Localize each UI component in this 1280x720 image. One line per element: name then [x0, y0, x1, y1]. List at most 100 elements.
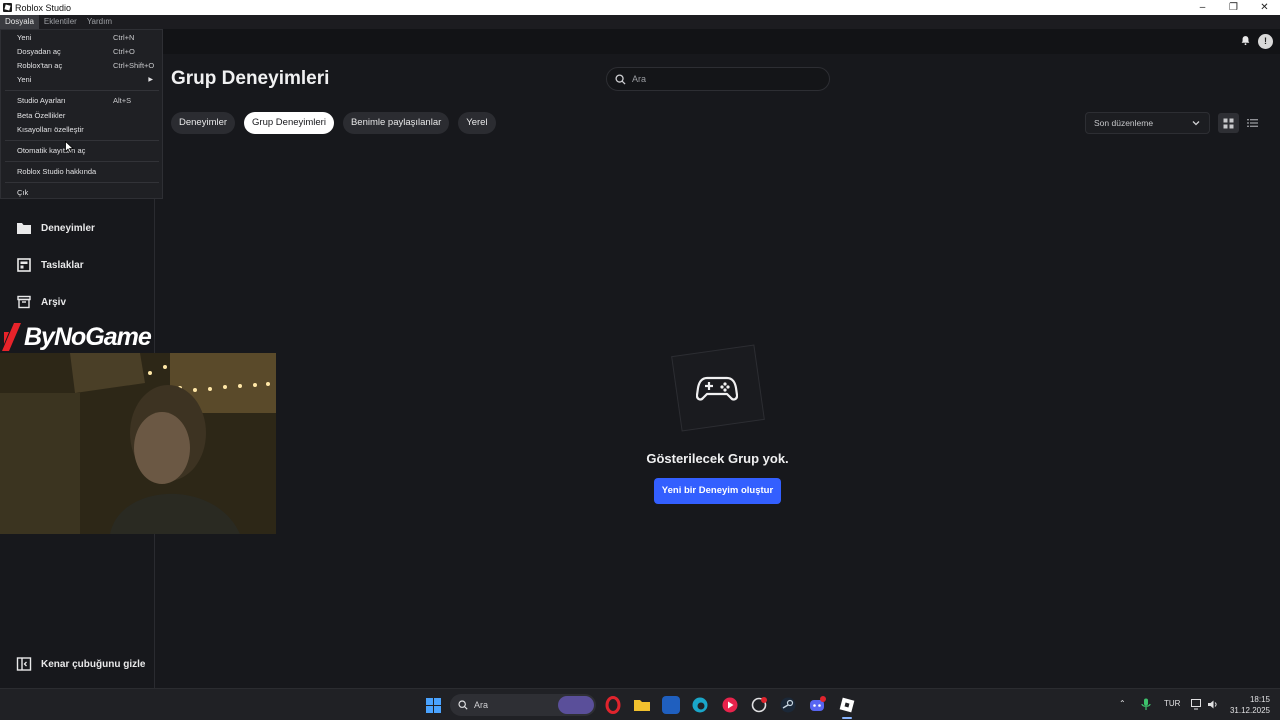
menu-item-label: Beta Özellikler [17, 111, 66, 120]
menu-item-label: Kısayolları özelleştir [17, 125, 84, 134]
language-indicator[interactable]: TUR [1164, 699, 1180, 708]
sidebar-item-label: Deneyimler [41, 222, 95, 234]
menu-item-label: Dosyadan aç [17, 47, 61, 56]
menu-item-shortcut: Ctrl+N [113, 33, 135, 42]
tab-local[interactable]: Yerel [458, 112, 496, 134]
tab-group-experiences[interactable]: Grup Deneyimleri [244, 112, 334, 134]
grid-view-button[interactable] [1218, 113, 1239, 133]
brand-overlay: ByNoGame [0, 320, 152, 354]
grid-icon [1223, 118, 1234, 128]
sidebar-item-archive[interactable]: Arşiv [16, 294, 66, 310]
menu-item-new-submenu[interactable]: Yeni ▶ [17, 74, 157, 86]
menu-item-label: Yeni [17, 75, 32, 84]
menu-divider [5, 182, 159, 183]
menu-item-label: Otomatik kayıttan aç [17, 146, 86, 155]
system-clock[interactable]: 18:15 31.12.2025 [1222, 694, 1270, 716]
hide-sidebar-label: Kenar çubuğunu gizle [41, 658, 146, 670]
sort-dropdown[interactable]: Son düzenleme [1085, 112, 1210, 134]
menu-item-label: Yeni [17, 33, 32, 42]
window-controls: – ❐ ✕ [1187, 0, 1280, 15]
folder-icon [17, 223, 31, 234]
archive-icon [17, 295, 31, 309]
top-strip [0, 29, 1280, 54]
tab-experiences[interactable]: Deneyimler [171, 112, 236, 134]
mouse-cursor-icon [65, 141, 74, 154]
menu-item-label: Çık [17, 188, 29, 197]
discord-icon[interactable] [808, 696, 826, 714]
tab-bar: Deneyimler Grup Deneyimleri Benimle payl… [171, 112, 496, 134]
steam-icon[interactable] [779, 696, 797, 714]
menu-plugins[interactable]: Eklentiler [39, 15, 82, 29]
menu-divider [5, 140, 159, 141]
clock-time: 18:15 [1249, 695, 1270, 704]
chatgpt-icon[interactable] [750, 696, 768, 714]
taskbar: Ara ⌃ TUR 18:15 31.12.2025 [0, 688, 1280, 720]
menu-file[interactable]: Dosyala [0, 15, 39, 29]
list-view-button[interactable] [1244, 113, 1260, 133]
list-icon [1246, 119, 1258, 127]
roblox-studio-taskbar-icon[interactable] [838, 696, 856, 714]
chevron-down-icon [1192, 121, 1200, 126]
hide-sidebar-button[interactable]: Kenar çubuğunu gizle [16, 656, 145, 672]
menu-item-about[interactable]: Roblox Studio hakkında [17, 166, 157, 178]
media-player-icon[interactable] [721, 696, 739, 714]
tab-shared-with-me[interactable]: Benimle paylaşılanlar [342, 112, 450, 134]
clock-date: 31.12.2025 [1229, 706, 1270, 715]
menu-item-label: Roblox'tan aç [17, 61, 63, 70]
create-experience-button[interactable]: Yeni bir Deneyim oluştur [654, 478, 781, 504]
file-explorer-icon[interactable] [633, 696, 651, 714]
taskbar-search-label: Ara [474, 700, 489, 710]
sort-label: Son düzenleme [1094, 118, 1154, 128]
minimize-button[interactable]: – [1187, 0, 1218, 15]
bynogame-logo-icon [0, 322, 22, 352]
opera-icon[interactable] [604, 696, 622, 714]
roblox-studio-icon [3, 3, 12, 12]
avatar[interactable]: ! [1258, 34, 1273, 49]
network-icon[interactable] [1191, 699, 1203, 710]
volume-icon[interactable] [1207, 699, 1218, 710]
search-icon [615, 73, 626, 85]
sidebar-item-experiences[interactable]: Deneyimler [16, 220, 95, 236]
taskbar-search[interactable]: Ara [450, 694, 596, 716]
window-title: Roblox Studio [15, 2, 72, 13]
title-bar: Roblox Studio – ❐ ✕ [0, 0, 1280, 15]
menu-item-open-roblox[interactable]: Roblox'tan aç Ctrl+Shift+O [17, 60, 157, 72]
search-box[interactable] [606, 67, 830, 91]
menu-item-label: Roblox Studio hakkında [17, 167, 97, 176]
menu-item-shortcut: Ctrl+O [113, 47, 135, 56]
notification-bell-icon[interactable] [1240, 35, 1251, 46]
menu-item-shortcut: Alt+S [113, 96, 132, 105]
menu-item-beta-features[interactable]: Beta Özellikler [17, 110, 157, 122]
menu-item-open-autosave[interactable]: Otomatik kayıttan aç [17, 145, 157, 157]
terminal-icon[interactable] [662, 696, 680, 714]
webcam-feed [0, 353, 276, 534]
tray-chevron-icon[interactable]: ⌃ [1119, 699, 1126, 708]
close-button[interactable]: ✕ [1249, 0, 1280, 15]
edge-icon[interactable] [691, 696, 709, 714]
menu-item-shortcut: Ctrl+Shift+O [113, 61, 155, 70]
search-input[interactable] [632, 74, 812, 84]
microphone-icon[interactable] [1141, 698, 1151, 711]
menu-item-exit[interactable]: Çık [17, 187, 157, 199]
menu-help[interactable]: Yardım [82, 15, 117, 29]
active-app-indicator [842, 717, 852, 719]
submenu-arrow-icon: ▶ [148, 77, 153, 83]
sidebar-toggle-icon [16, 657, 32, 671]
menu-divider [5, 90, 159, 91]
empty-state-message: Gösterilecek Grup yok. [646, 451, 789, 466]
sidebar-item-label: Arşiv [41, 296, 67, 308]
menu-item-customize-shortcuts[interactable]: Kısayolları özelleştir [17, 124, 157, 136]
gamepad-icon [696, 376, 738, 401]
file-menu: Yeni Ctrl+N Dosyadan aç Ctrl+O Roblox'ta… [0, 29, 163, 199]
menu-item-studio-settings[interactable]: Studio Ayarları Alt+S [17, 95, 157, 107]
menu-item-open-file[interactable]: Dosyadan aç Ctrl+O [17, 46, 157, 58]
menu-bar: Dosyala Eklentiler Yardım [0, 15, 1280, 29]
windows-start-icon[interactable] [426, 698, 441, 713]
page-title: Grup Deneyimleri [171, 68, 330, 89]
brand-name: ByNoGame [24, 322, 152, 351]
search-highlight-image [558, 696, 594, 714]
maximize-button[interactable]: ❐ [1218, 0, 1249, 15]
sidebar-item-templates[interactable]: Taslaklar [16, 257, 84, 273]
menu-item-new[interactable]: Yeni Ctrl+N [17, 32, 157, 44]
menu-divider [5, 161, 159, 162]
